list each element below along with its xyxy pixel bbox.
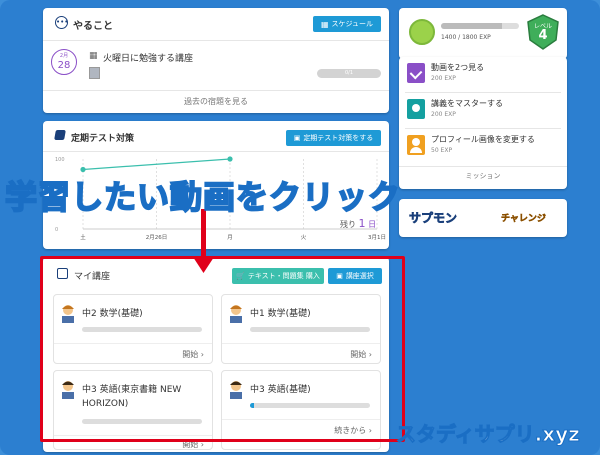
mission-exp: 200 EXP: [431, 111, 456, 118]
chart-y-tick: 0: [55, 227, 58, 233]
task-progress-text: 0/1: [344, 70, 354, 76]
schedule-label: スケジュール: [331, 20, 374, 28]
past-tasks-link[interactable]: 過去の宿題を見る: [43, 96, 389, 107]
date-month: 2月: [59, 53, 69, 59]
date-day: 28: [57, 60, 71, 71]
exam-button-label: 定期テスト対策をする: [303, 134, 374, 142]
exam-button[interactable]: ▣ 定期テスト対策をする: [286, 130, 381, 146]
highlight-box: [40, 256, 405, 442]
exp-fill: [441, 23, 502, 29]
todo-icon: •••: [55, 16, 68, 29]
level-value: 4: [538, 28, 548, 43]
mission-item[interactable]: 講義をマスターする 200 EXP: [405, 95, 563, 127]
todo-title: やること: [73, 21, 113, 32]
video-icon: [407, 63, 425, 83]
sapumon-banner[interactable]: サプモン: [409, 209, 458, 226]
site-watermark: スタディサプリ.xyz: [396, 422, 581, 447]
missions-link[interactable]: ミッション: [399, 171, 567, 181]
chart-x-tick: 2月26日: [146, 234, 168, 241]
chart-x-tick: 3月1日: [368, 234, 386, 241]
profile-avatar[interactable]: [409, 19, 435, 45]
calendar-icon: ▦: [320, 19, 329, 29]
mission-title: 講義をマスターする: [431, 99, 503, 108]
exam-icon: [54, 130, 66, 140]
remaining-number: 1: [358, 217, 366, 230]
banner-card: サプモン チャレンジ: [399, 199, 567, 237]
chart-y-tick: 100: [55, 157, 65, 163]
challenge-banner[interactable]: チャレンジ: [501, 211, 546, 225]
task-progress-bar: 0/1: [317, 69, 381, 78]
mission-title: 動画を2つ見る: [431, 63, 485, 72]
todo-card: ••• やること ▦ スケジュール 2月 28 ▦ 火曜日に勉強する講座 0/1…: [43, 8, 389, 113]
calendar-small-icon: ▦: [89, 51, 98, 61]
profile-image-icon: [407, 135, 425, 155]
user-avatar: [89, 67, 100, 79]
exp-text: 1400 / 1800 EXP: [441, 34, 491, 41]
mission-title: プロフィール画像を変更する: [431, 135, 535, 144]
mission-item[interactable]: 動画を2つ見る 200 EXP: [405, 59, 563, 91]
missions-card: 動画を2つ見る 200 EXP 講義をマスターする 200 EXP プロフィール…: [399, 57, 567, 189]
lecture-icon: [407, 99, 425, 119]
profile-card: 1400 / 1800 EXP レベル 4: [399, 8, 567, 59]
level-badge-icon: レベル 4: [527, 14, 559, 50]
exam-title: 定期テスト対策: [71, 134, 135, 144]
app-window: ••• やること ▦ スケジュール 2月 28 ▦ 火曜日に勉強する講座 0/1…: [0, 0, 600, 455]
chart-x-tick: 火: [301, 235, 307, 241]
instruction-caption: 学習したい動画をクリック: [4, 177, 402, 217]
exp-bar: [441, 23, 519, 29]
chart-point: [227, 156, 233, 162]
task-title: 火曜日に勉強する講座: [103, 54, 194, 64]
mission-exp: 50 EXP: [431, 147, 453, 154]
schedule-button[interactable]: ▦ スケジュール: [313, 16, 381, 32]
chart-x-tick: 月: [227, 234, 233, 241]
arrow-down-icon: [193, 209, 214, 273]
date-badge: 2月 28: [51, 49, 77, 75]
remaining-days: 残り 1 日: [340, 217, 377, 230]
exam-button-icon: ▣: [293, 134, 301, 142]
task-item[interactable]: ▦ 火曜日に勉強する講座 0/1: [89, 50, 381, 82]
chart-x-tick: 土: [80, 233, 86, 241]
mission-exp: 200 EXP: [431, 75, 456, 82]
mission-item[interactable]: プロフィール画像を変更する 50 EXP: [405, 131, 563, 163]
